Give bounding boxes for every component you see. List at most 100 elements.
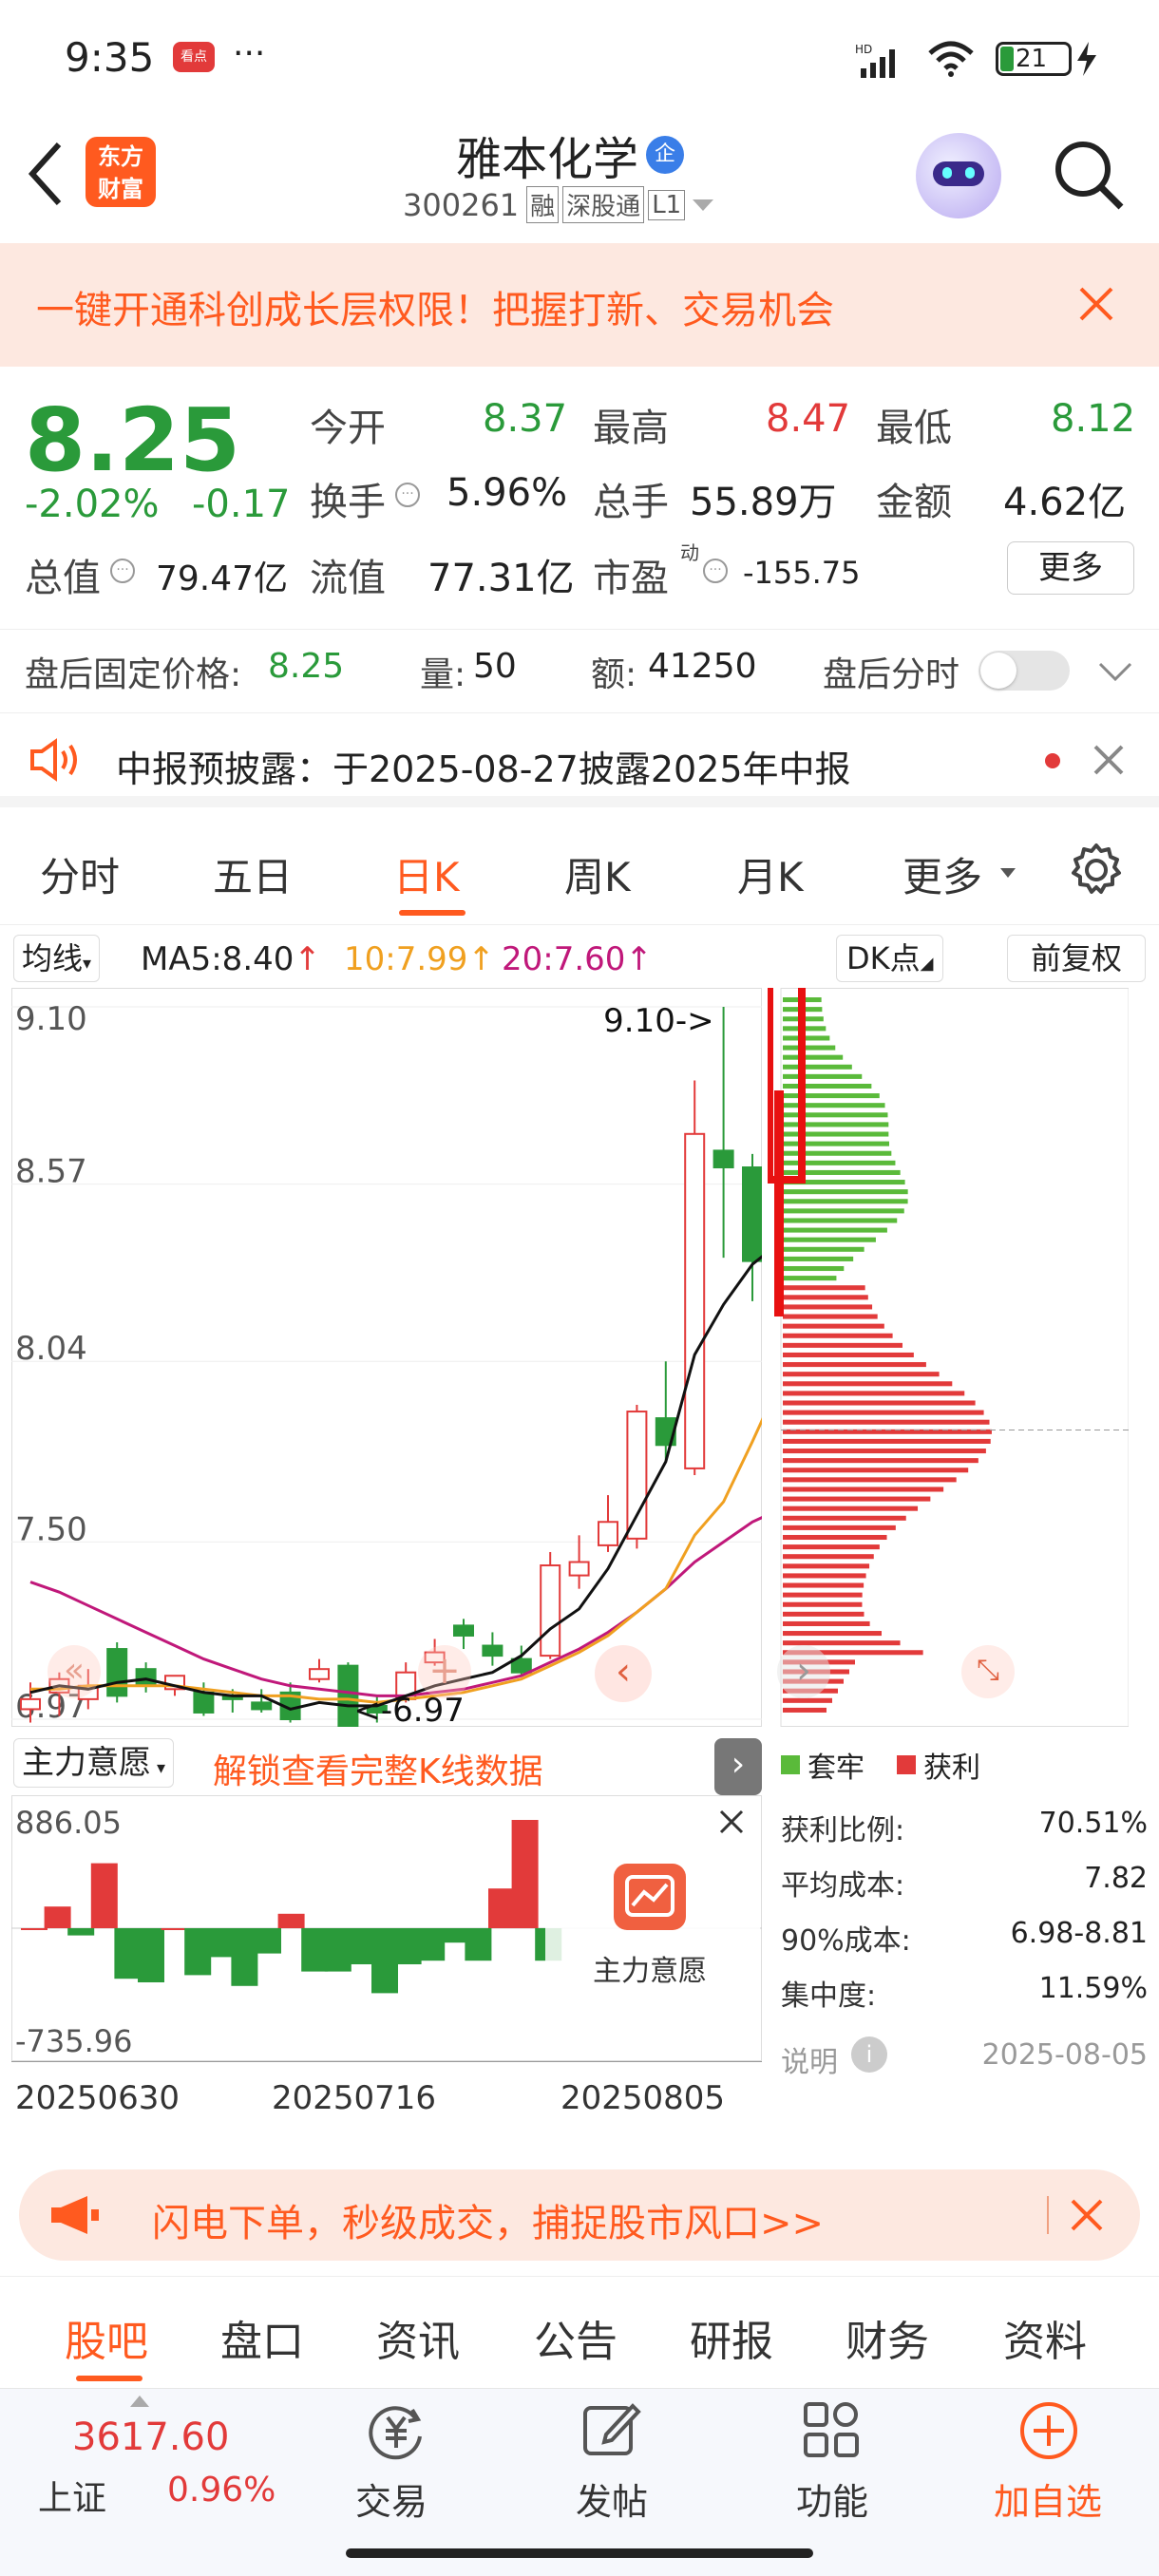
promo-banner[interactable]: 一键开通科创成长层权限！把握打新、交易机会 (0, 243, 1159, 367)
indicator-bar (301, 1928, 329, 1972)
expand-panel-button[interactable]: › (714, 1738, 762, 1795)
chip-bar (783, 1707, 826, 1713)
turnover-value: 5.96% (446, 471, 568, 515)
chip-bar (783, 1256, 854, 1261)
chip-bar (783, 1323, 884, 1329)
chevron-down-icon[interactable] (691, 196, 715, 215)
status-dots: ··· (233, 34, 266, 73)
chip-bar (783, 1697, 832, 1703)
chip-bar (783, 1592, 863, 1598)
close-icon[interactable] (1070, 2198, 1104, 2232)
chip-90-value: 6.98-8.81 (1010, 1917, 1148, 1950)
candle-body (568, 1561, 590, 1577)
chip-bar (783, 1381, 953, 1387)
candle-body (626, 1411, 648, 1540)
indicator-promo-icon (614, 1864, 686, 1930)
nav-post[interactable]: 发帖 (559, 2389, 663, 2531)
ma20-line (29, 1516, 762, 1697)
ma-legend-row: 均线▾ MA5:8.40↑ 10:7.99↑ 20:7.60↑ DK点◢ 前复权 (0, 929, 1159, 990)
indicator-max: 886.05 (15, 1805, 122, 1841)
chip-bar (783, 1400, 976, 1406)
search-icon[interactable] (1051, 137, 1127, 213)
ma-selector[interactable]: 均线▾ (13, 935, 101, 982)
chip-bar (783, 1631, 882, 1637)
tab-more[interactable]: 更多 (902, 845, 982, 903)
nav-function[interactable]: 功能 (779, 2389, 884, 2531)
back-icon[interactable] (27, 141, 65, 207)
indicator-bar (67, 1928, 95, 1936)
nav-add-watchlist[interactable]: 加自选 (984, 2389, 1117, 2531)
chip-bar (783, 1534, 887, 1541)
adjust-button[interactable]: 前复权 (1007, 935, 1146, 982)
legend-profit-label: 获利 (923, 1752, 980, 1785)
tab-rik[interactable]: 日K (393, 845, 460, 903)
info-icon[interactable]: ··· (703, 559, 728, 583)
nav-add-label: 加自选 (994, 2481, 1103, 2523)
chip-bar (783, 1083, 872, 1089)
info-icon[interactable]: i (851, 2036, 887, 2073)
chip-bar (783, 1458, 978, 1464)
chip-90-label: 90%成本: (781, 1924, 911, 1958)
indicator-bar (465, 1928, 492, 1961)
chevron-down-icon[interactable] (1098, 660, 1132, 683)
info-icon[interactable]: ··· (395, 483, 420, 507)
close-icon[interactable] (718, 1809, 745, 1835)
indicator-header: 主力意愿 ▾ 解锁查看完整K线数据 › (0, 1733, 768, 1795)
tab-yanbao[interactable]: 研报 (690, 2307, 773, 2368)
promo-text: 一键开通科创成长层权限！把握打新、交易机会 (36, 289, 834, 332)
tab-gonggao[interactable]: 公告 (534, 2307, 618, 2368)
date-label: 20250630 (15, 2079, 180, 2117)
tab-ziliao[interactable]: 资料 (1003, 2307, 1087, 2368)
index-ticker[interactable]: 3617.60 上证 0.96% (19, 2389, 304, 2531)
tab-pankou[interactable]: 盘口 (220, 2307, 304, 2368)
battery-level: 21 (1016, 45, 1048, 73)
notice-row[interactable]: 中报预披露：于2025-08-27披露2025年中报 (0, 712, 1159, 807)
more-button[interactable]: 更多 (1007, 541, 1134, 595)
y-tick-label: 8.57 (15, 1153, 87, 1191)
candle-body (20, 1697, 41, 1711)
tab-caiwu[interactable]: 财务 (846, 2307, 929, 2368)
tab-fenshi[interactable]: 分时 (40, 845, 120, 903)
chip-note-label[interactable]: 说明 (781, 2038, 838, 2080)
kline-chart[interactable]: 9.108.578.047.506.979.10-><-6.97 (11, 988, 762, 1727)
unread-dot (1045, 753, 1060, 768)
close-icon[interactable] (1092, 744, 1125, 776)
nav-trade[interactable]: 交易 (342, 2389, 446, 2531)
indicator-bar (394, 1928, 422, 1964)
date-label: 20250716 (272, 2079, 437, 2117)
legend-profit-swatch (897, 1755, 916, 1774)
chip-bar (783, 1333, 893, 1338)
indicator-selector[interactable]: 主力意愿 ▾ (13, 1738, 175, 1788)
chip-bar (783, 1304, 873, 1310)
tab-zixun[interactable]: 资讯 (376, 2307, 460, 2368)
index-pct: 0.96% (167, 2471, 276, 2510)
ad-banner[interactable]: 闪电下单，秒级成交，捕捉股市风口>> (19, 2169, 1140, 2261)
tab-wuri[interactable]: 五日 (213, 845, 293, 903)
tab-guba[interactable]: 股吧 (65, 2307, 148, 2368)
chip-bar (783, 1035, 830, 1041)
candle-body (424, 1651, 446, 1664)
tab-zhouk[interactable]: 周K (564, 845, 631, 903)
chip-bar (783, 1419, 990, 1425)
ma10-line (30, 1417, 762, 1704)
gear-icon[interactable] (1068, 842, 1125, 899)
chip-bar (783, 1342, 902, 1348)
chip-bar (783, 1352, 914, 1357)
after-fenshi-toggle[interactable] (978, 651, 1070, 691)
high-value: 8.47 (766, 397, 851, 441)
chip-bar (783, 1208, 904, 1214)
indicator-promo[interactable]: 主力意愿 (545, 1847, 760, 2008)
unlock-link[interactable]: 解锁查看完整K线数据 (213, 1744, 543, 1793)
dk-point-button[interactable]: DK点◢ (836, 935, 944, 982)
app-logo[interactable]: 东方 财富 (86, 137, 156, 207)
info-icon[interactable]: ··· (110, 559, 135, 583)
home-indicator (346, 2548, 813, 2558)
chip-bar (783, 1285, 865, 1291)
chip-distribution-chart[interactable] (768, 988, 1129, 1727)
robot-assistant-icon[interactable] (916, 133, 1001, 218)
amount-label: 金额 (876, 481, 952, 524)
tab-yuek[interactable]: 月K (737, 845, 804, 903)
chip-bar (783, 1487, 944, 1492)
chip-conc-label: 集中度: (781, 1979, 877, 2013)
close-icon[interactable] (1077, 285, 1115, 323)
